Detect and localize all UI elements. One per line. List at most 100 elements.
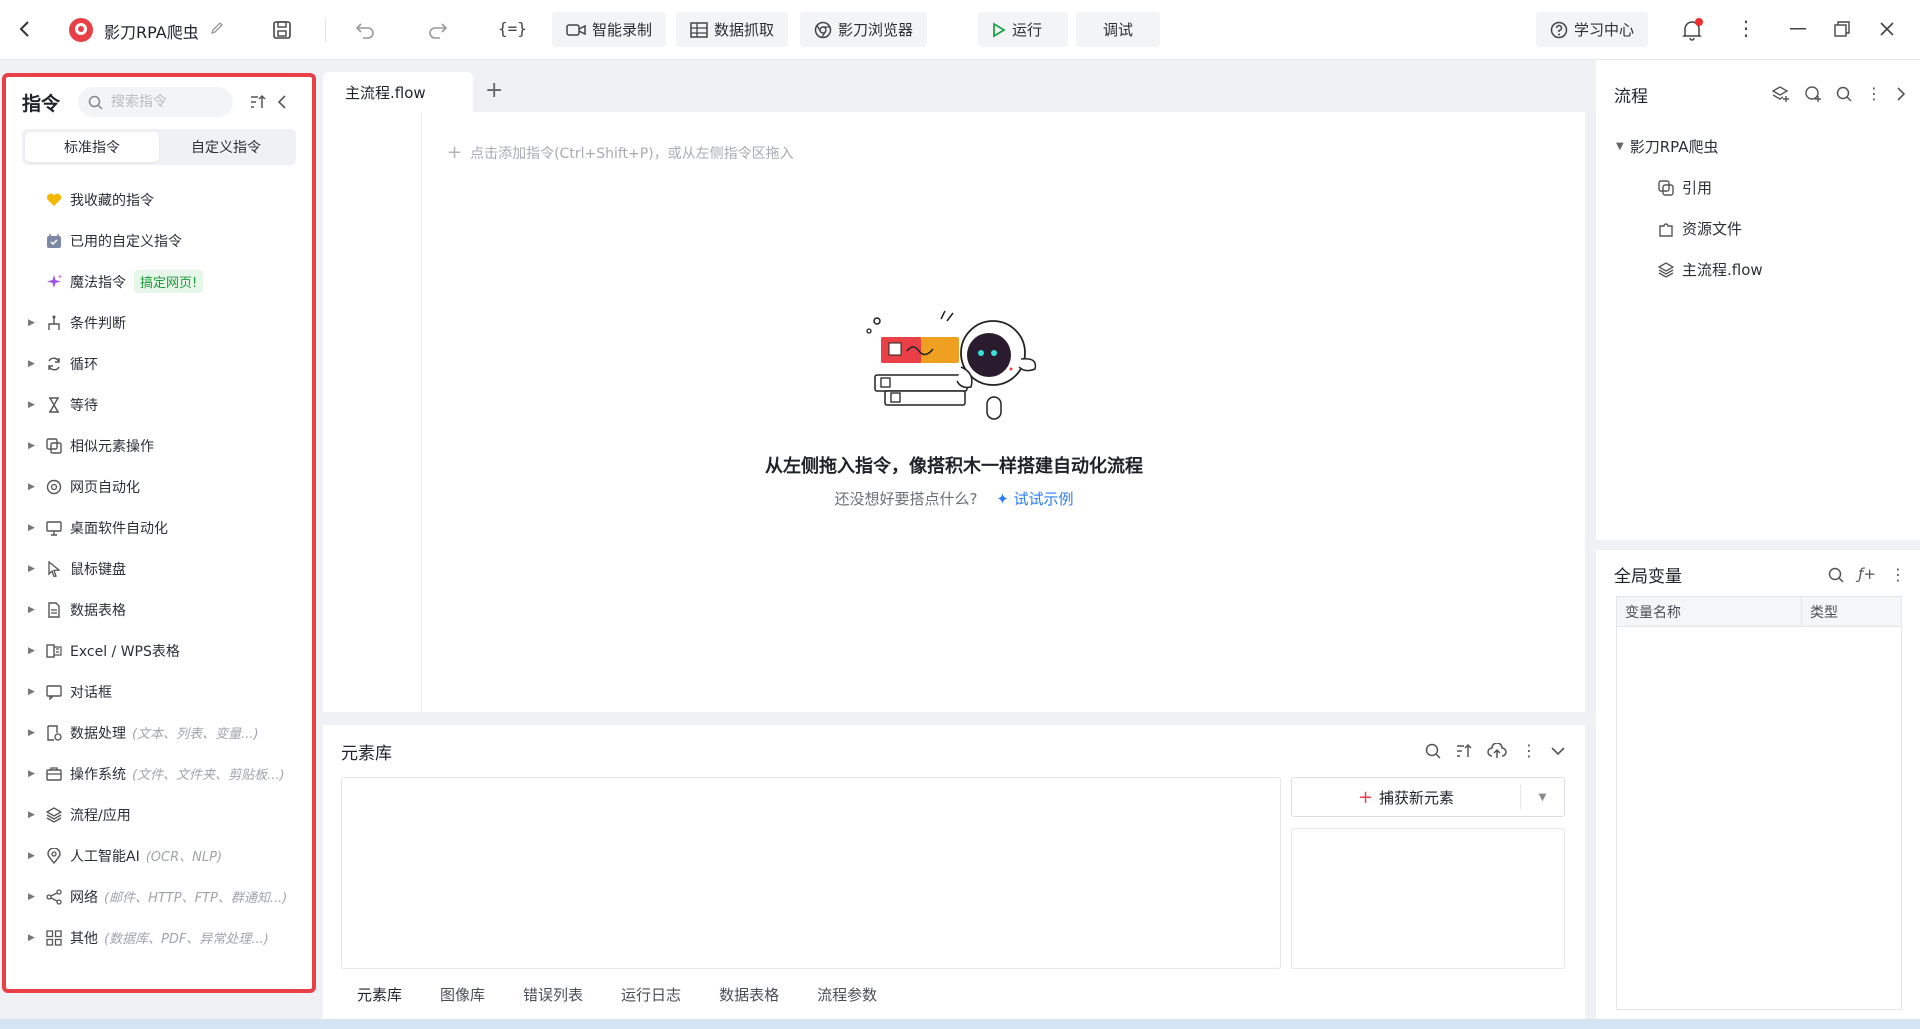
command-group-3[interactable]: ▶ 相似元素操作 bbox=[6, 425, 312, 466]
flow-canvas[interactable]: + 点击添加指令(Ctrl+Shift+P)，或从左侧指令区拖入 从左侧拖入指令… bbox=[323, 112, 1585, 712]
caret-right-icon[interactable]: ▶ bbox=[28, 441, 46, 451]
command-group-12[interactable]: ▶ 流程/应用 bbox=[6, 794, 312, 835]
edit-icon[interactable] bbox=[210, 21, 224, 35]
caret-right-icon[interactable]: ▶ bbox=[28, 318, 46, 328]
command-group-8[interactable]: ▶ Excel / WPS表格 bbox=[6, 630, 312, 671]
command-group-2[interactable]: ▶ 等待 bbox=[6, 384, 312, 425]
command-group-label: 条件判断 bbox=[70, 315, 126, 332]
flow-tree-item-label: 引用 bbox=[1682, 179, 1713, 197]
try-example-label: 试试示例 bbox=[1013, 490, 1074, 508]
caret-right-icon[interactable]: ▶ bbox=[28, 933, 46, 943]
minimize-icon[interactable] bbox=[1790, 28, 1806, 30]
caret-right-icon[interactable]: ▶ bbox=[28, 769, 46, 779]
command-group-9[interactable]: ▶ 对话框 bbox=[6, 671, 312, 712]
undo-icon[interactable] bbox=[355, 21, 375, 39]
tab-data-table[interactable]: 数据表格 bbox=[719, 984, 779, 1005]
caret-right-icon[interactable]: ▶ bbox=[28, 728, 46, 738]
command-group-4[interactable]: ▶ 网页自动化 bbox=[6, 466, 312, 507]
sort-icon[interactable] bbox=[1455, 741, 1473, 760]
command-item-used-custom[interactable]: 已用的自定义指令 bbox=[6, 220, 312, 261]
chevron-right-icon[interactable] bbox=[1896, 84, 1906, 103]
learning-center-button[interactable]: 学习中心 bbox=[1536, 12, 1649, 47]
back-icon[interactable] bbox=[18, 20, 32, 38]
caret-right-icon[interactable]: ▶ bbox=[28, 359, 46, 369]
variable-icon[interactable]: {=} bbox=[498, 19, 527, 38]
yingdao-browser-label: 影刀浏览器 bbox=[838, 21, 914, 39]
command-group-10[interactable]: ▶ 数据处理 (文本、列表、变量...) bbox=[6, 712, 312, 753]
caret-right-icon[interactable]: ▶ bbox=[28, 482, 46, 492]
search-icon[interactable] bbox=[1836, 84, 1852, 103]
debug-button[interactable]: 调试 bbox=[1076, 12, 1160, 47]
tab-error-list[interactable]: 错误列表 bbox=[523, 984, 583, 1005]
redo-icon[interactable] bbox=[428, 21, 448, 39]
caret-right-icon[interactable]: ▶ bbox=[28, 523, 46, 533]
close-icon[interactable] bbox=[1879, 21, 1895, 37]
flow-tree-item-reference[interactable]: 引用 bbox=[1616, 167, 1763, 208]
tab-run-log[interactable]: 运行日志 bbox=[621, 984, 681, 1005]
command-group-label: 其他 bbox=[70, 930, 98, 947]
caret-right-icon[interactable]: ▶ bbox=[28, 687, 46, 697]
flow-panel-title: 流程 bbox=[1614, 87, 1648, 107]
command-search-box[interactable] bbox=[78, 87, 233, 117]
sort-icon[interactable] bbox=[249, 94, 267, 110]
flow-tree-item-main-flow[interactable]: 主流程.flow bbox=[1616, 249, 1763, 290]
add-module-icon[interactable] bbox=[1804, 84, 1822, 103]
capture-element-button[interactable]: + 捕获新元素 ▼ bbox=[1291, 777, 1565, 817]
cloud-upload-icon[interactable] bbox=[1487, 741, 1507, 760]
tab-main-flow[interactable]: 主流程.flow bbox=[323, 72, 473, 112]
caret-down-icon[interactable]: ▼ bbox=[1616, 141, 1624, 152]
search-icon[interactable] bbox=[1425, 741, 1441, 760]
tab-image-library[interactable]: 图像库 bbox=[440, 984, 485, 1005]
command-group-label: Excel / WPS表格 bbox=[70, 643, 180, 660]
command-item-magic[interactable]: 魔法指令 搞定网页! bbox=[6, 261, 312, 302]
save-icon[interactable] bbox=[272, 20, 292, 40]
element-library-actions: ⋮ bbox=[1425, 741, 1565, 760]
caret-right-icon[interactable]: ▶ bbox=[28, 400, 46, 410]
try-example-link[interactable]: ✦ 试试示例 bbox=[996, 490, 1073, 508]
capture-element-main[interactable]: + 捕获新元素 bbox=[1292, 787, 1520, 808]
command-group-15[interactable]: ▶ 其他 (数据库、PDF、异常处理...) bbox=[6, 917, 312, 958]
command-group-11[interactable]: ▶ 操作系统 (文件、文件夹、剪贴板...) bbox=[6, 753, 312, 794]
more-menu-icon[interactable]: ⋮ bbox=[1521, 741, 1537, 760]
data-scrape-button[interactable]: 数据抓取 bbox=[676, 12, 789, 47]
command-search-input[interactable] bbox=[111, 94, 221, 110]
caret-right-icon[interactable]: ▶ bbox=[28, 605, 46, 615]
capture-dropdown-icon[interactable]: ▼ bbox=[1520, 785, 1564, 809]
tab-custom-commands[interactable]: 自定义指令 bbox=[159, 132, 293, 162]
caret-right-icon[interactable]: ▶ bbox=[28, 810, 46, 820]
command-group-1[interactable]: ▶ 循环 bbox=[6, 343, 312, 384]
more-menu-icon[interactable]: ⋮ bbox=[1736, 16, 1756, 40]
add-command-hint-text: 点击添加指令(Ctrl+Shift+P)，或从左侧指令区拖入 bbox=[470, 145, 794, 162]
add-layer-icon[interactable] bbox=[1772, 84, 1790, 103]
flow-tree-root[interactable]: ▼ 影刀RPA爬虫 bbox=[1616, 126, 1763, 167]
yingdao-browser-button[interactable]: 影刀浏览器 bbox=[800, 12, 928, 47]
command-group-0[interactable]: ▶ 条件判断 bbox=[6, 302, 312, 343]
add-command-hint[interactable]: + 点击添加指令(Ctrl+Shift+P)，或从左侧指令区拖入 bbox=[447, 142, 794, 163]
add-tab-icon[interactable]: + bbox=[485, 78, 503, 103]
run-button[interactable]: 运行 bbox=[978, 12, 1068, 47]
more-menu-icon[interactable]: ⋮ bbox=[1866, 84, 1882, 103]
search-icon[interactable] bbox=[1828, 565, 1844, 584]
command-group-14[interactable]: ▶ 网络 (邮件、HTTP、FTP、群通知...) bbox=[6, 876, 312, 917]
flow-tree-item-resources[interactable]: 资源文件 bbox=[1616, 208, 1763, 249]
chevron-down-icon[interactable] bbox=[1551, 741, 1565, 760]
smart-record-button[interactable]: 智能录制 bbox=[552, 12, 667, 47]
caret-right-icon[interactable]: ▶ bbox=[28, 646, 46, 656]
collapse-panel-icon[interactable] bbox=[277, 95, 287, 109]
command-group-6[interactable]: ▶ 鼠标键盘 bbox=[6, 548, 312, 589]
more-menu-icon[interactable]: ⋮ bbox=[1890, 565, 1906, 584]
command-group-13[interactable]: ▶ 人工智能AI (OCR、NLP) bbox=[6, 835, 312, 876]
restore-icon[interactable] bbox=[1834, 21, 1850, 37]
caret-right-icon[interactable]: ▶ bbox=[28, 892, 46, 902]
tab-standard-commands[interactable]: 标准指令 bbox=[25, 132, 159, 162]
caret-right-icon[interactable]: ▶ bbox=[28, 564, 46, 574]
command-item-favorites[interactable]: 我收藏的指令 bbox=[6, 179, 312, 220]
add-variable-icon[interactable]: ƒ+ bbox=[1858, 565, 1876, 584]
tab-element-library[interactable]: 元素库 bbox=[357, 984, 402, 1029]
tab-flow-params[interactable]: 流程参数 bbox=[817, 984, 877, 1005]
notification-bell-icon[interactable] bbox=[1680, 18, 1704, 42]
command-group-5[interactable]: ▶ 桌面软件自动化 bbox=[6, 507, 312, 548]
element-list-area[interactable] bbox=[341, 777, 1281, 969]
caret-right-icon[interactable]: ▶ bbox=[28, 851, 46, 861]
command-group-7[interactable]: ▶ 数据表格 bbox=[6, 589, 312, 630]
